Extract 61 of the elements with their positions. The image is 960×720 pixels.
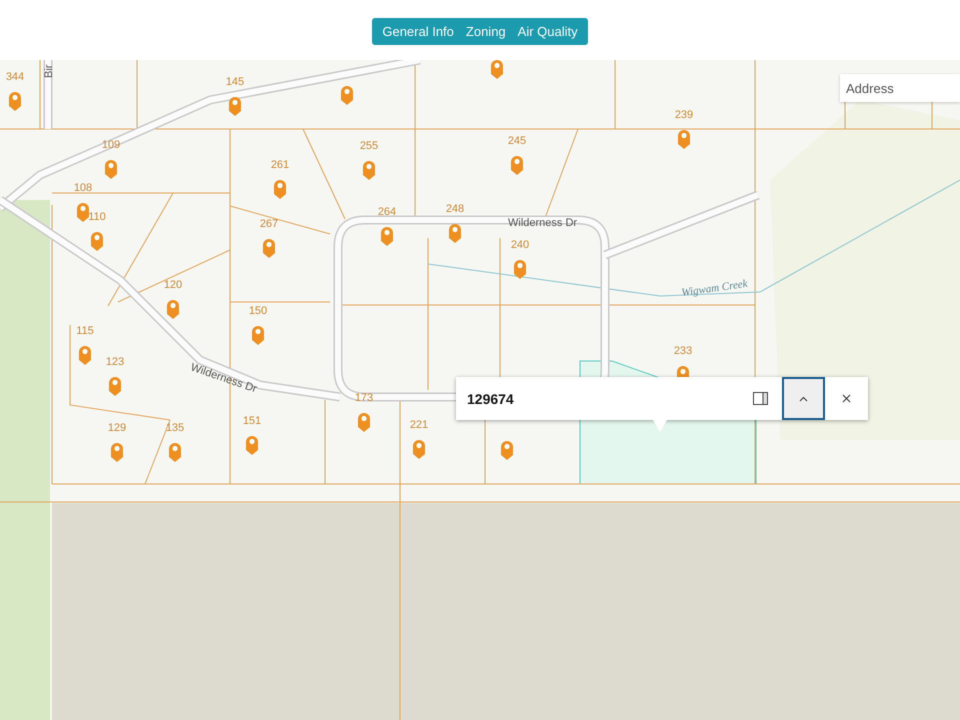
parcel-number: 151 <box>242 415 262 427</box>
map-pin-icon[interactable] <box>274 180 286 199</box>
creek-label: Wigwam Creek <box>680 278 748 299</box>
parcel-number: 255 <box>360 140 378 152</box>
map-pin-icon[interactable] <box>363 161 375 180</box>
parcel-number: 267 <box>260 218 278 230</box>
parcel-number: 221 <box>410 419 428 431</box>
map-pin-icon[interactable] <box>263 239 275 258</box>
parcel-number: 115 <box>76 325 94 337</box>
collapse-button[interactable] <box>782 377 825 420</box>
parcel-number: 150 <box>248 305 268 317</box>
map-pin-icon[interactable] <box>381 227 393 246</box>
map-pin-icon[interactable] <box>678 130 690 149</box>
map-pin-icon[interactable] <box>514 260 526 279</box>
caret-up-icon <box>799 396 808 402</box>
map-pin-icon[interactable] <box>79 346 91 365</box>
map-pin-icon[interactable] <box>9 92 21 111</box>
parcel-number: 109 <box>102 139 120 151</box>
map-pin-icon[interactable] <box>449 224 461 243</box>
map-pin-icon[interactable] <box>169 443 181 462</box>
map-pin-icon[interactable] <box>105 160 117 179</box>
map-pin-icon[interactable] <box>501 441 513 460</box>
parcel-number: 129 <box>108 422 126 434</box>
close-icon <box>842 394 851 403</box>
parcel-number: 233 <box>674 345 692 357</box>
parcel-number: 110 <box>88 211 106 223</box>
parcel-number: 264 <box>378 206 396 218</box>
map-pin-icon[interactable] <box>77 203 89 222</box>
map-pin-icon[interactable] <box>358 413 370 432</box>
map-pin-icon[interactable] <box>511 156 523 175</box>
popup-pointer <box>653 420 667 432</box>
parcel-number: 173 <box>354 392 374 404</box>
road-label: Wilderness Dr <box>508 217 578 229</box>
parcel-number: 123 <box>106 356 124 368</box>
map-pin-icon[interactable] <box>111 443 123 462</box>
road-label: Bir <box>43 64 55 78</box>
map-pin-icon[interactable] <box>491 60 503 79</box>
map-pin-icon[interactable] <box>91 232 103 251</box>
parcel-number: 239 <box>674 109 694 121</box>
parcel-number: 135 <box>166 422 184 434</box>
parcel-number: 108 <box>74 182 92 194</box>
parcel-number: 120 <box>164 279 182 291</box>
map-pin-icon[interactable] <box>341 86 353 105</box>
parcel-number: 145 <box>226 76 244 88</box>
address-search-field[interactable]: Address <box>840 74 960 102</box>
popup-title: 129674 <box>466 390 515 406</box>
map-pin-icon[interactable] <box>413 440 425 459</box>
map-pin-icon[interactable] <box>252 326 264 345</box>
parcel-number: 344 <box>6 71 24 83</box>
map-pin-icon[interactable] <box>229 97 241 116</box>
map-pin-icon[interactable] <box>109 377 121 396</box>
parcel-number: 261 <box>270 159 290 171</box>
dock-icon <box>753 392 768 405</box>
tab[interactable]: Zoning <box>460 18 512 45</box>
map-pin-icon[interactable] <box>246 436 258 455</box>
parcel-number: 248 <box>446 203 464 215</box>
parcel-number: 245 <box>508 135 526 147</box>
parcel-number: 240 <box>510 239 530 251</box>
map-pin-icon[interactable] <box>167 300 179 319</box>
tab[interactable]: General Info <box>376 18 460 45</box>
tab[interactable]: Air Quality <box>512 18 584 45</box>
